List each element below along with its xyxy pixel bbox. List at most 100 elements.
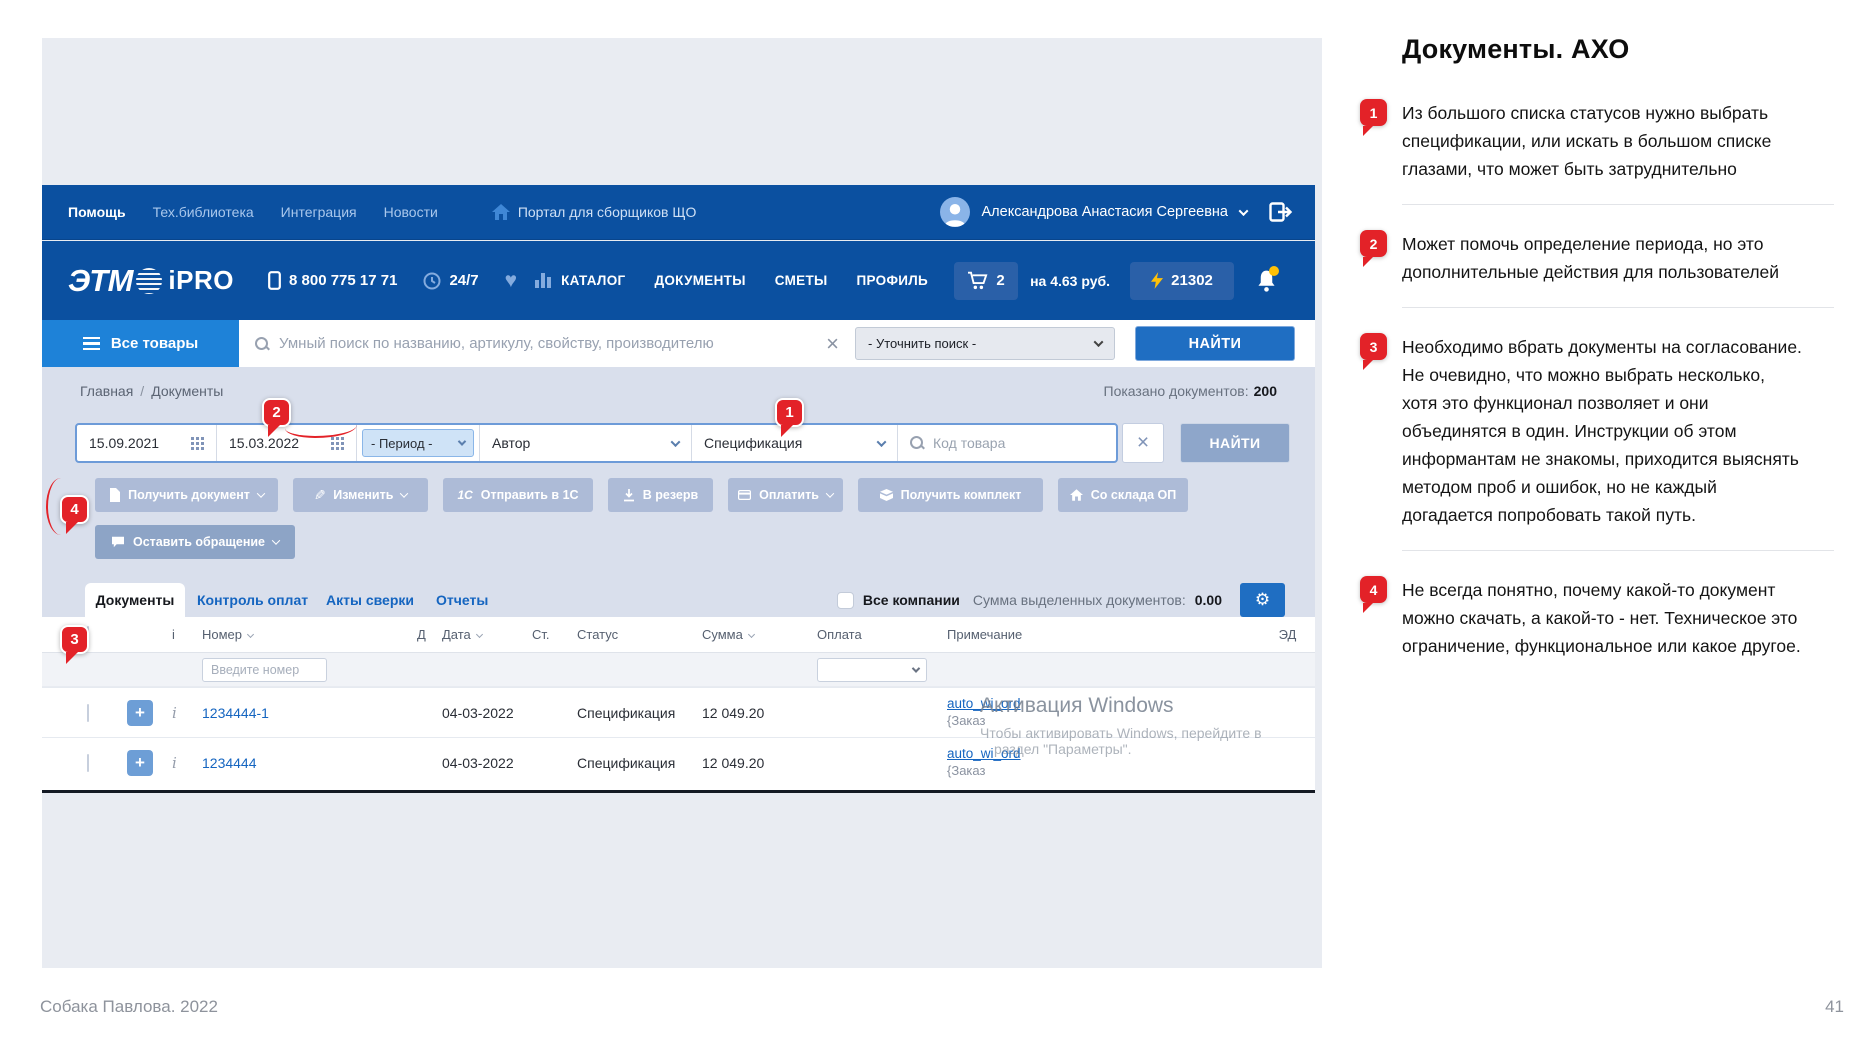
expand-row-button[interactable]: + bbox=[127, 750, 153, 776]
author-select[interactable]: Автор bbox=[480, 425, 692, 461]
document-number-link[interactable]: 1234444 bbox=[202, 755, 257, 771]
col-status[interactable]: Статус bbox=[577, 627, 702, 642]
from-warehouse-label: Со склада ОП bbox=[1091, 488, 1176, 502]
edit-button[interactable]: ✎ Изменить bbox=[293, 478, 428, 512]
refine-search-select[interactable]: - Уточнить поиск - bbox=[855, 327, 1115, 360]
divider bbox=[1402, 307, 1834, 308]
screenshot-panel: Помощь Тех.библиотека Интеграция Новости… bbox=[42, 38, 1322, 968]
nav-integration[interactable]: Интеграция bbox=[281, 204, 357, 220]
compare-icon[interactable] bbox=[535, 273, 551, 288]
tab-payment-control[interactable]: Контроль оплат bbox=[197, 583, 308, 617]
filter-clear-button[interactable]: × bbox=[1122, 423, 1164, 463]
nav-catalog[interactable]: КАТАЛОГ bbox=[561, 273, 625, 288]
nav-documents[interactable]: ДОКУМЕНТЫ bbox=[654, 273, 745, 288]
filter-find-button[interactable]: НАЙТИ bbox=[1180, 423, 1290, 463]
get-kit-button[interactable]: Получить комплект bbox=[858, 478, 1043, 512]
number-filter-input[interactable] bbox=[202, 658, 327, 682]
pay-button[interactable]: Оплатить bbox=[728, 478, 843, 512]
points-button[interactable]: 21302 bbox=[1130, 262, 1234, 300]
ipro-logo[interactable]: iPRO bbox=[168, 265, 234, 296]
date-from-field[interactable]: 15.09.2021 bbox=[77, 425, 217, 461]
annotation-badge-1: 1 bbox=[1360, 99, 1387, 126]
hours-label: 24/7 bbox=[449, 272, 478, 289]
get-document-label: Получить документ bbox=[128, 488, 250, 502]
reserve-button[interactable]: В резерв bbox=[608, 478, 713, 512]
annotation-text-1: Из большого списка статусов нужно выбрат… bbox=[1402, 99, 1802, 183]
send-to-1c-button[interactable]: 1С Отправить в 1С bbox=[443, 478, 593, 512]
info-icon[interactable]: i bbox=[172, 754, 177, 772]
period-select[interactable]: - Период - bbox=[362, 429, 474, 457]
search-input[interactable] bbox=[279, 335, 816, 352]
logout-button[interactable] bbox=[1269, 202, 1293, 222]
doc-type-select[interactable]: Спецификация bbox=[692, 425, 898, 461]
annotation-text-2: Может помочь определение периода, но это… bbox=[1402, 230, 1802, 286]
notifications-button[interactable] bbox=[1256, 269, 1277, 292]
col-d[interactable]: Д bbox=[417, 627, 442, 642]
cart-button[interactable]: 2 bbox=[954, 262, 1018, 300]
get-document-button[interactable]: Получить документ bbox=[95, 478, 278, 512]
shown-count-label: Показано документов: bbox=[1104, 383, 1249, 399]
table-settings-button[interactable]: ⚙ bbox=[1240, 583, 1285, 617]
nav-portal-label: Портал для сборщиков ЩО bbox=[518, 204, 697, 220]
table-header: i Номер Д Дата Ст. Статус Сумма Оплата П… bbox=[42, 617, 1315, 653]
search-field: × bbox=[239, 320, 853, 367]
document-status: Спецификация bbox=[577, 705, 702, 721]
tab-reports[interactable]: Отчеты bbox=[436, 583, 488, 617]
breadcrumb-current: Документы bbox=[151, 383, 223, 399]
payment-filter-select[interactable] bbox=[817, 658, 927, 682]
send-to-1c-label: Отправить в 1С bbox=[481, 488, 579, 502]
calendar-icon[interactable] bbox=[191, 437, 204, 450]
calendar-icon[interactable] bbox=[331, 437, 344, 450]
col-number[interactable]: Номер bbox=[202, 627, 417, 642]
product-code-field[interactable]: Код товара bbox=[898, 425, 1116, 461]
nav-estimates[interactable]: СМЕТЫ bbox=[775, 273, 828, 288]
tab-documents[interactable]: Документы bbox=[85, 583, 185, 617]
row-checkbox[interactable] bbox=[87, 754, 89, 772]
all-goods-button[interactable]: Все товары bbox=[42, 320, 239, 367]
hours-block: 24/7 bbox=[423, 272, 478, 290]
row-checkbox[interactable] bbox=[87, 704, 89, 722]
chevron-down-icon bbox=[1094, 337, 1104, 347]
expand-row-button[interactable]: + bbox=[127, 700, 153, 726]
nav-help[interactable]: Помощь bbox=[68, 204, 126, 220]
table-row[interactable]: + i 1234444-1 04-03-2022 Спецификация 12… bbox=[42, 687, 1315, 737]
clear-search-icon[interactable]: × bbox=[826, 333, 839, 355]
all-companies-checkbox[interactable] bbox=[837, 592, 854, 609]
document-number-link[interactable]: 1234444-1 bbox=[202, 705, 269, 721]
menu-icon bbox=[83, 337, 100, 351]
col-payment[interactable]: Оплата bbox=[817, 627, 947, 642]
chevron-down-icon bbox=[912, 664, 920, 672]
nav-news[interactable]: Новости bbox=[384, 204, 438, 220]
col-info[interactable]: i bbox=[172, 627, 202, 642]
chevron-down-icon[interactable] bbox=[1239, 206, 1249, 216]
col-ed[interactable]: ЭД bbox=[1260, 627, 1315, 642]
favorites-icon[interactable]: ♥ bbox=[505, 269, 517, 293]
etm-logo[interactable]: ЭТМ bbox=[68, 263, 132, 299]
leave-request-button[interactable]: Оставить обращение bbox=[95, 525, 295, 559]
col-note[interactable]: Примечание bbox=[947, 627, 1260, 642]
col-st[interactable]: Ст. bbox=[532, 627, 577, 642]
col-date[interactable]: Дата bbox=[442, 627, 532, 642]
nav-profile[interactable]: ПРОФИЛЬ bbox=[857, 273, 929, 288]
annotations-panel: Документы. АХО 1 Из большого списка стат… bbox=[1360, 34, 1846, 660]
avatar[interactable] bbox=[940, 197, 970, 227]
breadcrumb-home[interactable]: Главная bbox=[80, 383, 133, 399]
from-warehouse-button[interactable]: Со склада ОП bbox=[1058, 478, 1188, 512]
info-icon[interactable]: i bbox=[172, 704, 177, 722]
nav-tech-library[interactable]: Тех.библиотека bbox=[153, 204, 254, 220]
selected-sum-label: Сумма выделенных документов: bbox=[973, 592, 1186, 608]
nav-portal[interactable]: Портал для сборщиков ЩО bbox=[492, 204, 697, 220]
chevron-down-icon bbox=[671, 437, 681, 447]
search-find-button[interactable]: НАЙТИ bbox=[1135, 326, 1295, 361]
col-sum[interactable]: Сумма bbox=[702, 627, 817, 642]
note-link[interactable]: auto_wi_ord bbox=[947, 696, 1260, 713]
document-status: Спецификация bbox=[577, 755, 702, 771]
phone-number[interactable]: 8 800 775 17 71 bbox=[289, 272, 397, 289]
user-name[interactable]: Александрова Анастасия Сергеевна bbox=[982, 204, 1229, 220]
table-row[interactable]: + i 1234444 04-03-2022 Спецификация 12 0… bbox=[42, 737, 1315, 787]
note-link[interactable]: auto_wi_ord bbox=[947, 746, 1260, 763]
tab-reconciliation[interactable]: Акты сверки bbox=[326, 583, 414, 617]
edit-label: Изменить bbox=[333, 488, 393, 502]
all-companies-label: Все компании bbox=[863, 592, 960, 608]
user-icon bbox=[940, 199, 970, 227]
